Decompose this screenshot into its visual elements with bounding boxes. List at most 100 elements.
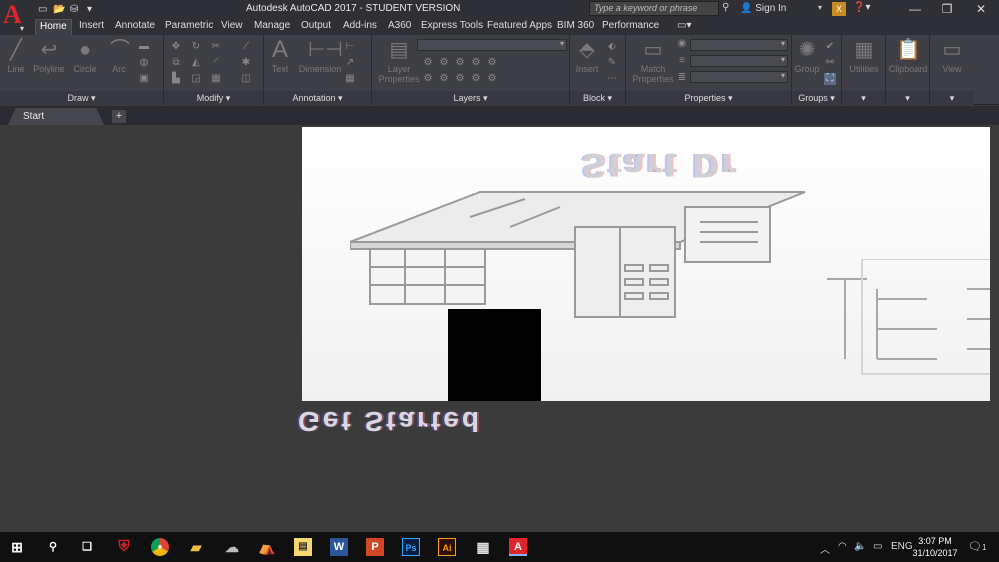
- tab-insert[interactable]: Insert: [75, 19, 108, 35]
- windows-start-icon[interactable]: ⊞: [8, 538, 26, 556]
- illustrator-icon[interactable]: Ai: [438, 538, 456, 556]
- properties-panel-title[interactable]: Properties ▾: [626, 91, 791, 105]
- tab-express-tools[interactable]: Express Tools: [417, 19, 487, 35]
- layer-tool-icon[interactable]: ⚙: [438, 57, 450, 69]
- tab-view[interactable]: View: [217, 19, 247, 35]
- word-icon[interactable]: W: [330, 538, 348, 556]
- tab-a360[interactable]: A360: [384, 19, 415, 35]
- volume-icon[interactable]: 🔈: [854, 541, 866, 552]
- fillet-icon[interactable]: ◜: [210, 57, 222, 69]
- match-properties-tool[interactable]: ▭ Match Properties: [632, 39, 674, 84]
- application-menu-button[interactable]: A ▾: [0, 0, 31, 35]
- groups-panel-title[interactable]: Groups ▾: [792, 91, 841, 105]
- tab-bim-360[interactable]: BIM 360: [553, 19, 598, 35]
- clipboard-tool[interactable]: 📋 Clipboard: [888, 39, 928, 74]
- erase-icon[interactable]: ⟋: [240, 41, 252, 53]
- circle-tool[interactable]: ● Circle: [72, 39, 98, 74]
- layer-tool-icon[interactable]: ⚙: [438, 73, 450, 85]
- chevron-down-icon[interactable]: ▾: [818, 3, 822, 12]
- annotation-panel-title[interactable]: Annotation ▾: [264, 91, 371, 105]
- leader-icon[interactable]: ↗: [344, 57, 356, 69]
- battery-icon[interactable]: ▭: [873, 541, 882, 552]
- edit-block-icon[interactable]: ✎: [606, 57, 618, 69]
- linetype-icon[interactable]: ≣: [676, 72, 688, 84]
- open-file-icon[interactable]: 📂: [53, 3, 65, 16]
- taskbar-clock[interactable]: 3:07 PM 31/10/2017: [909, 535, 961, 559]
- mirror-icon[interactable]: ◭: [190, 57, 202, 69]
- layer-properties-tool[interactable]: ▤ Layer Properties: [378, 39, 420, 84]
- qat-dropdown-icon[interactable]: ▾: [87, 3, 92, 16]
- get-started-heading[interactable]: Get Started: [298, 405, 482, 437]
- chrome-icon[interactable]: ●: [151, 538, 169, 556]
- search-icon[interactable]: ⚲: [44, 538, 62, 556]
- help-icon[interactable]: ❓▾: [853, 2, 870, 13]
- tab-performance[interactable]: Performance: [598, 19, 663, 35]
- view-panel-dropdown[interactable]: ▾: [930, 91, 974, 105]
- utilities-panel-dropdown[interactable]: ▾: [842, 91, 885, 105]
- ribbon-options-icon[interactable]: ▭▾: [673, 19, 695, 35]
- sticky-notes-icon[interactable]: ▤: [294, 538, 312, 556]
- start-drawing-banner[interactable]: Start Dr: [302, 127, 990, 401]
- rotate-icon[interactable]: ↻: [190, 41, 202, 53]
- line-tool[interactable]: ╱ Line: [4, 39, 28, 74]
- modify-panel-title[interactable]: Modify ▾: [164, 91, 263, 105]
- powerpoint-icon[interactable]: P: [366, 538, 384, 556]
- tab-start[interactable]: Start: [8, 108, 104, 125]
- explode-icon[interactable]: ✱: [240, 57, 252, 69]
- layer-tool-icon[interactable]: ⚙: [454, 73, 466, 85]
- stretch-icon[interactable]: ▙: [170, 73, 182, 85]
- tab-manage[interactable]: Manage: [250, 19, 294, 35]
- clipboard-panel-dropdown[interactable]: ▾: [886, 91, 929, 105]
- dimension-tool[interactable]: ⊢⊣ Dimension: [298, 39, 343, 74]
- chevron-up-icon[interactable]: ︿: [820, 541, 830, 556]
- color-wheel-icon[interactable]: ◉: [676, 38, 688, 50]
- tab-home[interactable]: Home: [35, 19, 72, 35]
- text-tool[interactable]: A Text: [268, 38, 292, 75]
- attribute-icon[interactable]: ⋯: [606, 73, 618, 85]
- hatch-icon[interactable]: ◍: [138, 57, 150, 69]
- rectangle-icon[interactable]: ▬: [138, 41, 150, 53]
- move-icon[interactable]: ✥: [170, 41, 182, 53]
- binoculars-icon[interactable]: ⚲: [722, 2, 736, 16]
- calculator-icon[interactable]: ▦: [474, 538, 492, 556]
- new-file-icon[interactable]: ▭: [38, 3, 47, 16]
- app-icon[interactable]: ☁: [223, 538, 241, 556]
- group-selection-icon[interactable]: ⛶: [824, 73, 836, 85]
- arc-tool[interactable]: ⌒ Arc: [108, 39, 130, 74]
- task-view-icon[interactable]: ❏: [78, 538, 96, 556]
- draw-panel-title[interactable]: Draw ▾: [0, 91, 163, 105]
- utilities-tool[interactable]: ▦ Utilities: [844, 39, 884, 74]
- tab-annotate[interactable]: Annotate: [111, 19, 159, 35]
- save-icon[interactable]: ⛁: [70, 3, 78, 16]
- layer-tool-icon[interactable]: ⚙: [470, 73, 482, 85]
- ungroup-icon[interactable]: ✔: [824, 41, 836, 53]
- layers-panel-title[interactable]: Layers ▾: [372, 91, 569, 105]
- lineweight-icon[interactable]: ≡: [676, 55, 688, 67]
- tab-parametric[interactable]: Parametric: [161, 19, 217, 35]
- polyline-tool[interactable]: ↩ Polyline: [33, 39, 65, 74]
- linetype-dropdown[interactable]: ▾: [690, 71, 788, 83]
- notifications-icon[interactable]: 🗨1: [968, 540, 986, 553]
- view-tool[interactable]: ▭ View: [932, 39, 972, 74]
- trim-icon[interactable]: ✂: [210, 41, 222, 53]
- group-tool[interactable]: ✺ Group: [794, 39, 820, 74]
- minimize-icon[interactable]: —: [898, 0, 932, 18]
- store-icon[interactable]: ⛺: [258, 538, 276, 556]
- wifi-icon[interactable]: ◠: [838, 541, 847, 552]
- search-input[interactable]: Type a keyword or phrase: [589, 1, 719, 16]
- table-icon[interactable]: ▦: [344, 73, 356, 85]
- autocad-taskbar-icon[interactable]: A: [509, 538, 527, 556]
- offset-icon[interactable]: ◫: [240, 73, 252, 85]
- tab-featured-apps[interactable]: Featured Apps: [483, 19, 556, 35]
- photoshop-icon[interactable]: Ps: [402, 538, 420, 556]
- new-tab-button[interactable]: +: [112, 110, 126, 123]
- sign-in-button[interactable]: 👤 Sign In: [740, 3, 786, 14]
- layer-tool-icon[interactable]: ⚙: [486, 57, 498, 69]
- layer-tool-icon[interactable]: ⚙: [486, 73, 498, 85]
- mcafee-icon[interactable]: ⛨: [115, 538, 133, 556]
- tab-output[interactable]: Output: [297, 19, 335, 35]
- copy-icon[interactable]: ⧉: [170, 57, 182, 69]
- layer-dropdown[interactable]: ▾: [417, 39, 567, 51]
- layer-tool-icon[interactable]: ⚙: [422, 73, 434, 85]
- lineweight-dropdown[interactable]: ▾: [690, 55, 788, 67]
